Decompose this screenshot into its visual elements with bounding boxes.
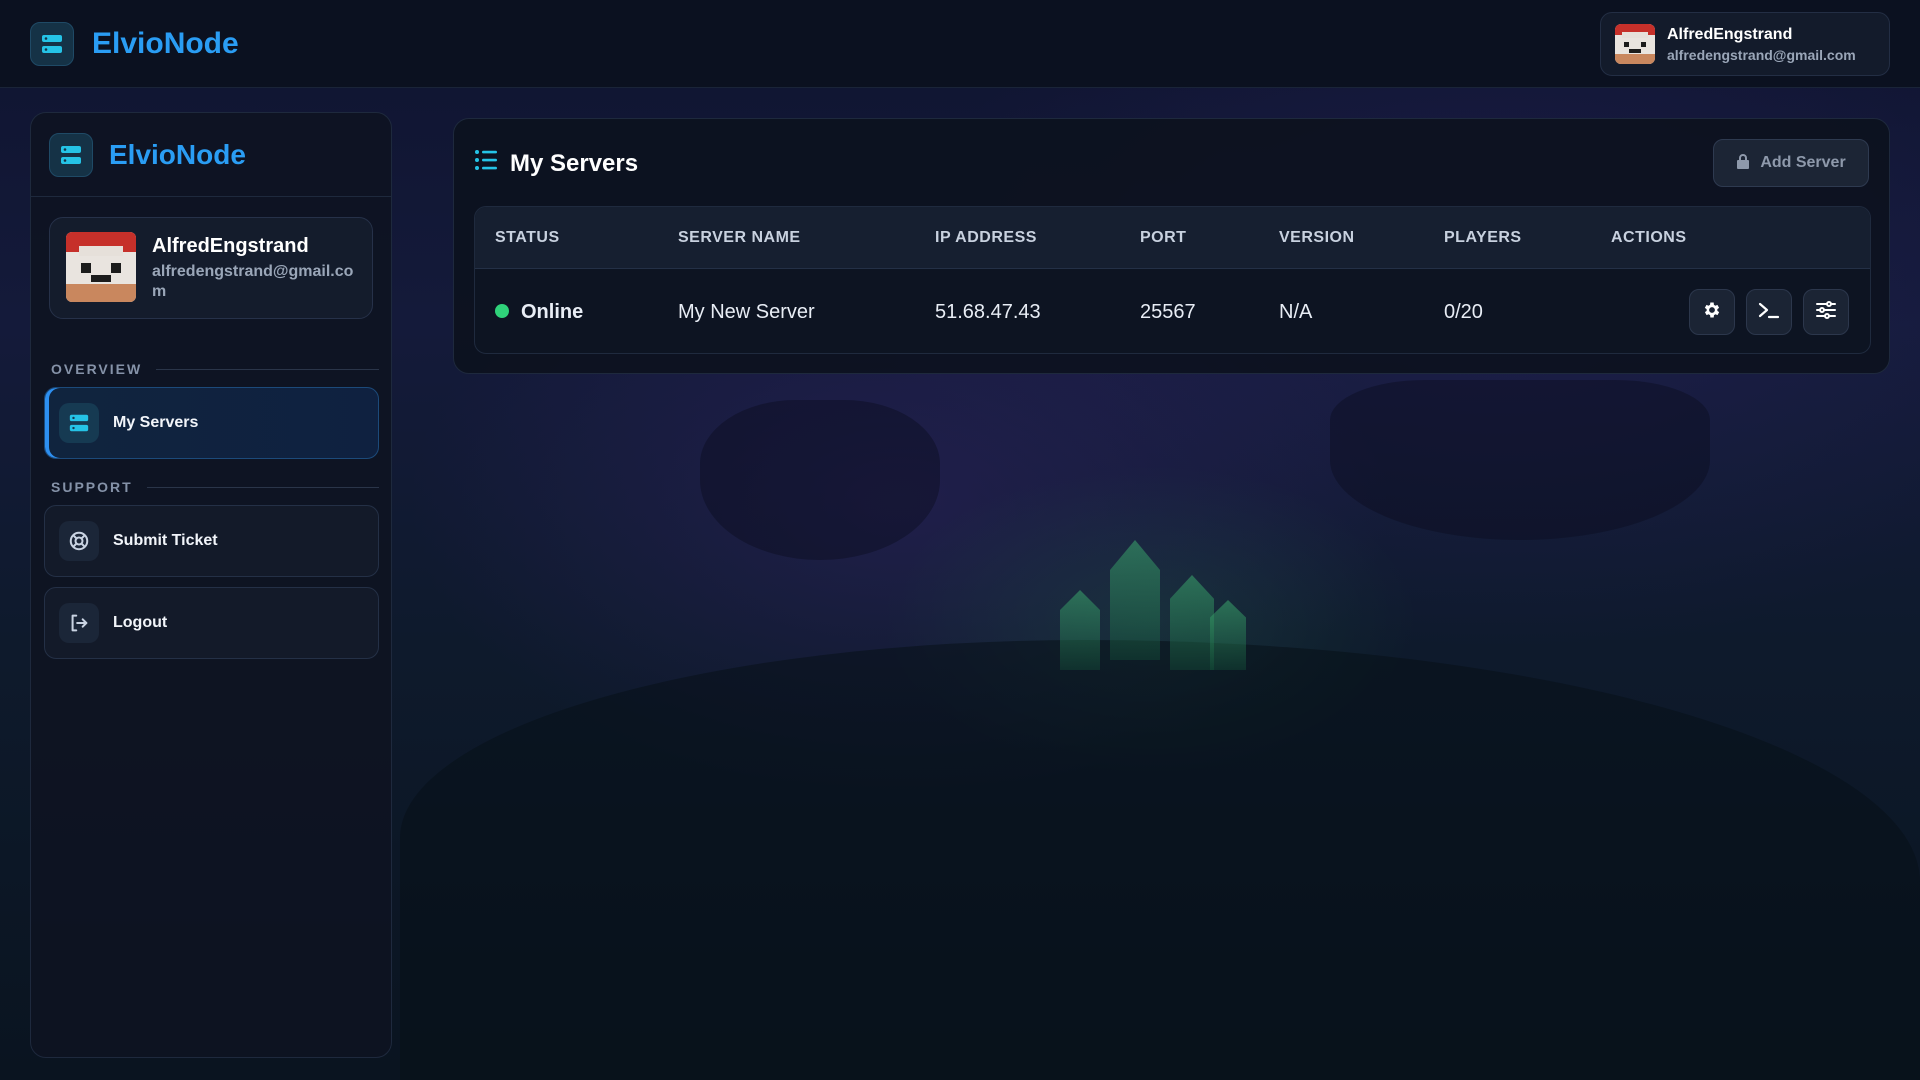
sidebar-item-submit-ticket[interactable]: Submit Ticket bbox=[44, 505, 379, 577]
background-crystal bbox=[1060, 590, 1100, 670]
background-floating-island-left bbox=[700, 400, 940, 560]
server-icon bbox=[30, 21, 74, 66]
sidebar-brand-name: ElvioNode bbox=[109, 138, 246, 170]
server-console-button[interactable] bbox=[1746, 289, 1792, 335]
sliders-icon bbox=[1816, 300, 1836, 324]
user-email: alfredengstrand@gmail.com bbox=[1667, 46, 1856, 63]
avatar bbox=[1615, 24, 1655, 64]
brand-name: ElvioNode bbox=[92, 26, 239, 60]
status-text: Online bbox=[521, 301, 584, 323]
avatar bbox=[66, 232, 136, 302]
players-cell: 0/20 bbox=[1444, 301, 1483, 323]
column-header-port: PORT bbox=[1140, 229, 1187, 246]
lock-icon bbox=[1736, 153, 1750, 174]
background-crystal bbox=[1210, 600, 1246, 670]
background-floating-island-right bbox=[1330, 380, 1710, 540]
page-title-text: My Servers bbox=[510, 149, 639, 177]
sidebar-user-email: alfredengstrand@gmail.com bbox=[152, 263, 354, 300]
server-settings-button[interactable] bbox=[1689, 289, 1735, 335]
status-cell: Online bbox=[495, 269, 584, 353]
server-icon bbox=[59, 403, 99, 443]
section-label-support: SUPPORT bbox=[51, 479, 379, 495]
add-server-button[interactable]: Add Server bbox=[1713, 139, 1869, 187]
page-title: My Servers bbox=[474, 149, 638, 178]
column-header-players: PLAYERS bbox=[1444, 229, 1522, 246]
lifebuoy-icon bbox=[59, 521, 99, 561]
column-header-ip-address: IP ADDRESS bbox=[935, 229, 1037, 246]
port-cell: 25567 bbox=[1140, 301, 1196, 323]
server-name-cell: My New Server bbox=[678, 301, 815, 323]
sidebar-item-my-servers[interactable]: My Servers bbox=[44, 387, 379, 459]
column-header-server-name: SERVER NAME bbox=[678, 229, 801, 246]
logout-icon bbox=[59, 603, 99, 643]
server-manage-button[interactable] bbox=[1803, 289, 1849, 335]
brand-logo[interactable]: ElvioNode bbox=[30, 21, 239, 66]
sidebar-item-label: My Servers bbox=[113, 414, 199, 431]
sidebar-item-label: Submit Ticket bbox=[113, 532, 218, 549]
user-menu[interactable]: AlfredEngstrand alfredengstrand@gmail.co… bbox=[1600, 12, 1890, 76]
ip-address-cell: 51.68.47.43 bbox=[935, 301, 1041, 323]
background-crystal bbox=[1170, 575, 1214, 670]
column-header-version: VERSION bbox=[1279, 229, 1355, 246]
gear-icon bbox=[1702, 300, 1722, 325]
column-header-actions: ACTIONS bbox=[1611, 229, 1687, 246]
servers-table: STATUS SERVER NAME IP ADDRESS PORT VERSI… bbox=[474, 206, 1871, 354]
table-header: STATUS SERVER NAME IP ADDRESS PORT VERSI… bbox=[475, 207, 1870, 269]
terminal-icon bbox=[1758, 301, 1780, 324]
background-crystal bbox=[1110, 540, 1160, 660]
sidebar-user-card: AlfredEngstrand alfredengstrand@gmail.co… bbox=[49, 217, 373, 319]
server-icon bbox=[49, 132, 93, 177]
version-cell: N/A bbox=[1279, 301, 1313, 323]
table-row[interactable]: Online My New Server 51.68.47.43 25567 N… bbox=[475, 269, 1870, 353]
sidebar-user-name: AlfredEngstrand bbox=[152, 235, 309, 257]
online-status-dot bbox=[495, 303, 509, 318]
top-bar: ElvioNode AlfredEngstrand alfredengstran… bbox=[0, 0, 1920, 88]
list-icon bbox=[474, 149, 498, 178]
background-hills bbox=[400, 640, 1920, 1080]
sidebar-item-logout[interactable]: Logout bbox=[44, 587, 379, 659]
sidebar-item-label: Logout bbox=[113, 614, 168, 631]
servers-panel: My Servers Add Server STATUS SERVER NAME… bbox=[453, 118, 1890, 374]
sidebar-brand[interactable]: ElvioNode bbox=[31, 113, 391, 197]
user-name: AlfredEngstrand bbox=[1667, 25, 1793, 43]
add-server-label: Add Server bbox=[1760, 154, 1846, 171]
column-header-status: STATUS bbox=[495, 229, 560, 246]
section-label-overview: OVERVIEW bbox=[51, 361, 379, 377]
sidebar: ElvioNode AlfredEngstrand alfredengstran… bbox=[30, 112, 392, 1058]
